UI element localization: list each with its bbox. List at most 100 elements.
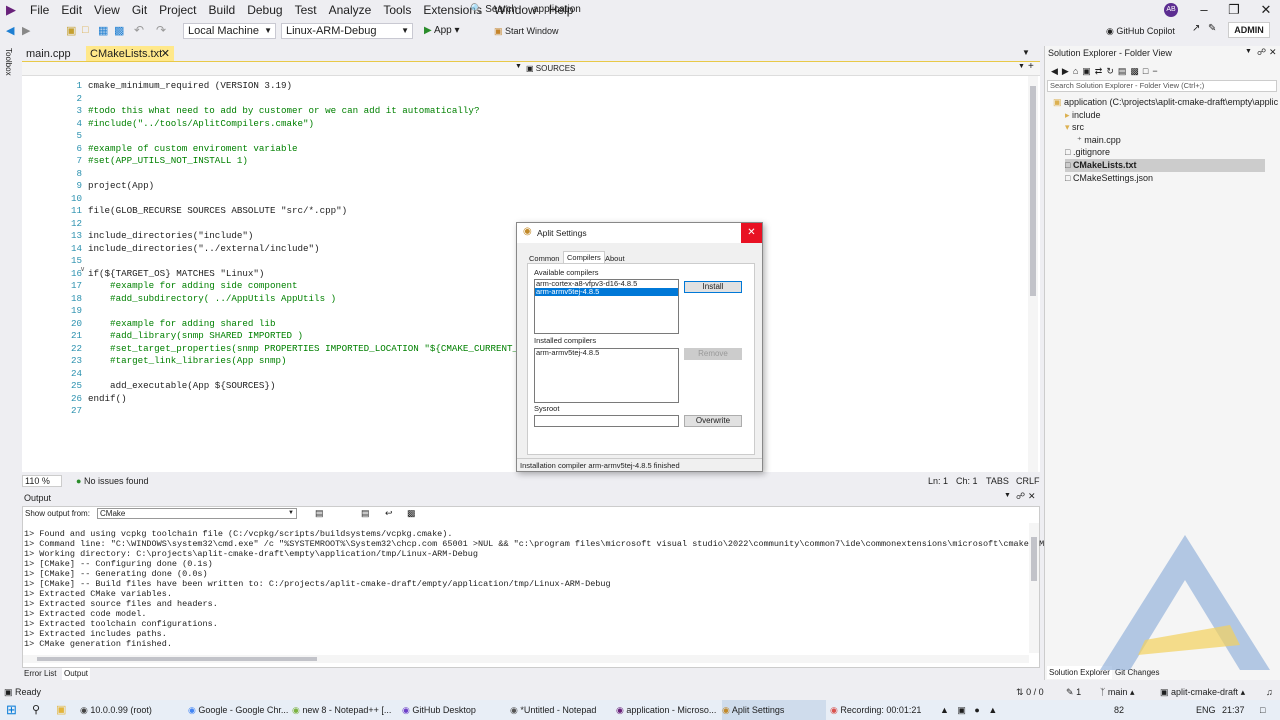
sync-icon[interactable]: ⇄ (1095, 66, 1103, 77)
scroll-lock-icon[interactable]: ▩ (407, 508, 416, 519)
pin-icon[interactable]: ☍ (1016, 491, 1025, 502)
feedback-icon[interactable]: ✎ (1208, 23, 1216, 34)
menu-tools[interactable]: Tools (377, 0, 417, 20)
dialog-tab-common[interactable]: Common (529, 254, 559, 263)
taskbar-item[interactable]: ◉ 10.0.0.99 (root) (80, 700, 184, 720)
taskbar-item[interactable]: ◉ Google - Google Chr... (188, 700, 292, 720)
tree-item[interactable]: ▸ include (1065, 109, 1101, 122)
search-box[interactable]: 🔍 Search ▾ (470, 3, 520, 29)
find-message-icon[interactable]: ▤ (315, 508, 324, 519)
close-output-icon[interactable]: ✕ (1028, 491, 1036, 502)
open-file-icon[interactable]: □ (82, 24, 89, 36)
toolbox-tab[interactable]: Toolbox (4, 48, 13, 76)
menu-file[interactable]: File (24, 0, 55, 20)
tray-icons[interactable]: ▲ ▣ ● ▲ (940, 700, 1000, 720)
tree-item[interactable]: □ .gitignore (1065, 146, 1110, 159)
tree-item[interactable]: ▾ src (1065, 121, 1084, 134)
scope-combo[interactable]: ▣ SOURCES (526, 62, 1026, 76)
menu-build[interactable]: Build (203, 0, 242, 20)
output-hscrollbar[interactable] (23, 655, 1029, 663)
settings-icon[interactable]: − (1152, 66, 1157, 76)
list-item[interactable]: arm-armv5tej-4.8.5 (535, 349, 678, 357)
run-button[interactable]: ▶ App ▾ (424, 23, 460, 39)
forward-icon[interactable]: ▶ (22, 24, 30, 37)
issues-indicator[interactable]: ● No issues found (76, 474, 149, 488)
back-icon[interactable]: ◀ (1051, 66, 1058, 77)
se-close-icon[interactable]: ✕ (1269, 47, 1277, 58)
editor-vscrollbar[interactable] (1028, 76, 1038, 472)
tree-item[interactable]: □ CMakeLists.txt (1065, 159, 1265, 172)
undo-icon[interactable]: ↶ (134, 23, 144, 37)
list-item-selected[interactable]: arm-armv5tej-4.8.5 (535, 288, 678, 296)
tree-item[interactable]: ⁺ main.cpp (1077, 134, 1121, 147)
close-tab-icon[interactable]: ✕ (161, 46, 170, 62)
target-combo[interactable]: Local Machine ▼ (183, 23, 276, 39)
dialog-close-button[interactable]: ✕ (741, 223, 762, 243)
back-icon[interactable]: ◀ (6, 24, 14, 37)
zoom-combo[interactable]: 110 % (22, 475, 62, 487)
menu-test[interactable]: Test (289, 0, 323, 20)
dialog-tab-about[interactable]: About (605, 254, 625, 263)
switch-views-icon[interactable]: ▣ (1082, 66, 1091, 77)
menu-view[interactable]: View (88, 0, 126, 20)
install-button[interactable]: Install (684, 281, 742, 293)
notifications-icon[interactable]: ♫ (1266, 684, 1273, 700)
installed-compilers-list[interactable]: arm-armv5tej-4.8.5 (534, 348, 679, 403)
taskbar-item[interactable]: ◉ Recording: 00:01:21 (830, 700, 934, 720)
redo-icon[interactable]: ↷ (156, 23, 166, 37)
repo-indicator[interactable]: ▣ aplit-cmake-draft ▴ (1160, 684, 1245, 700)
menu-git[interactable]: Git (126, 0, 153, 20)
se-dropdown-icon[interactable]: ▼ (1245, 48, 1252, 55)
tab-output[interactable]: Output (62, 668, 91, 680)
tray-time[interactable]: 21:37 (1222, 700, 1245, 720)
menu-edit[interactable]: Edit (55, 0, 88, 20)
home-icon[interactable]: ⌂ (1073, 66, 1078, 76)
nav-left-dropdown-icon[interactable]: ▼ (515, 63, 522, 70)
refresh-icon[interactable]: ↻ (1106, 66, 1114, 77)
close-window-button[interactable]: ✕ (1248, 0, 1280, 20)
sysroot-input[interactable] (534, 415, 679, 427)
sync-indicator[interactable]: ⇅ 0 / 0 (1016, 684, 1044, 700)
tray-lang[interactable]: ENG (1196, 700, 1216, 720)
taskbar-item[interactable]: ◉ Aplit Settings (722, 700, 826, 720)
admin-badge[interactable]: ADMIN (1228, 22, 1270, 38)
show-all-icon[interactable]: ▩ (1130, 66, 1139, 77)
word-wrap-icon[interactable]: ↩ (385, 508, 393, 519)
copilot-button[interactable]: ◉ GitHub Copilot (1106, 23, 1175, 39)
action-center-icon[interactable]: □ (1260, 700, 1265, 720)
taskbar-item[interactable]: ◉ new 8 - Notepad++ [... (292, 700, 396, 720)
tab-dropdown-icon[interactable]: ▼ (1022, 48, 1030, 57)
new-file-icon[interactable]: ▣ (66, 24, 76, 37)
fold-icon[interactable]: ∨ (80, 265, 85, 273)
tab-error-list[interactable]: Error List (24, 668, 56, 680)
start-window-button[interactable]: ▣ Start Window (494, 23, 559, 39)
tree-item[interactable]: □ CMakeSettings.json (1065, 172, 1153, 185)
forward-icon[interactable]: ▶ (1062, 66, 1069, 77)
tab-main-cpp[interactable]: main.cpp (22, 46, 84, 62)
se-search-input[interactable]: Search Solution Explorer - Folder View (… (1047, 80, 1277, 92)
tab-cmakelists[interactable]: CMakeLists.txt ✕ (86, 46, 174, 62)
overwrite-button[interactable]: Overwrite (684, 415, 742, 427)
output-source-combo[interactable]: CMake ▼ (97, 508, 297, 519)
properties-icon[interactable]: □ (1143, 66, 1148, 76)
save-icon[interactable]: ▦ (98, 24, 108, 37)
menu-analyze[interactable]: Analyze (323, 0, 378, 20)
dialog-tab-compilers[interactable]: Compilers (563, 251, 605, 263)
share-icon[interactable]: ↗ (1192, 23, 1200, 34)
save-all-icon[interactable]: ▩ (114, 24, 124, 37)
add-icon[interactable]: + (1028, 61, 1034, 72)
file-explorer-icon[interactable]: ▣ (56, 700, 66, 720)
tree-item[interactable]: ▣ application (C:\projects\aplit-cmake-d… (1053, 96, 1278, 109)
taskbar-item[interactable]: ◉ application - Microso... (616, 700, 720, 720)
menu-project[interactable]: Project (153, 0, 202, 20)
nav-right-dropdown-icon[interactable]: ▼ (1018, 63, 1025, 70)
clear-all-icon[interactable]: ▤ (361, 508, 370, 519)
config-combo[interactable]: Linux-ARM-Debug ▼ (281, 23, 413, 39)
start-button[interactable]: ⊞ (6, 700, 17, 720)
search-taskbar-icon[interactable]: ⚲ (32, 700, 40, 720)
available-compilers-list[interactable]: arm-cortex-a8-vfpv3-d16-4.8.5 arm-armv5t… (534, 279, 679, 334)
output-dropdown-icon[interactable]: ▼ (1004, 492, 1011, 499)
remove-button[interactable]: Remove (684, 348, 742, 360)
se-pin-icon[interactable]: ☍ (1257, 47, 1266, 58)
eol-indicator[interactable]: CRLF (1016, 474, 1040, 488)
